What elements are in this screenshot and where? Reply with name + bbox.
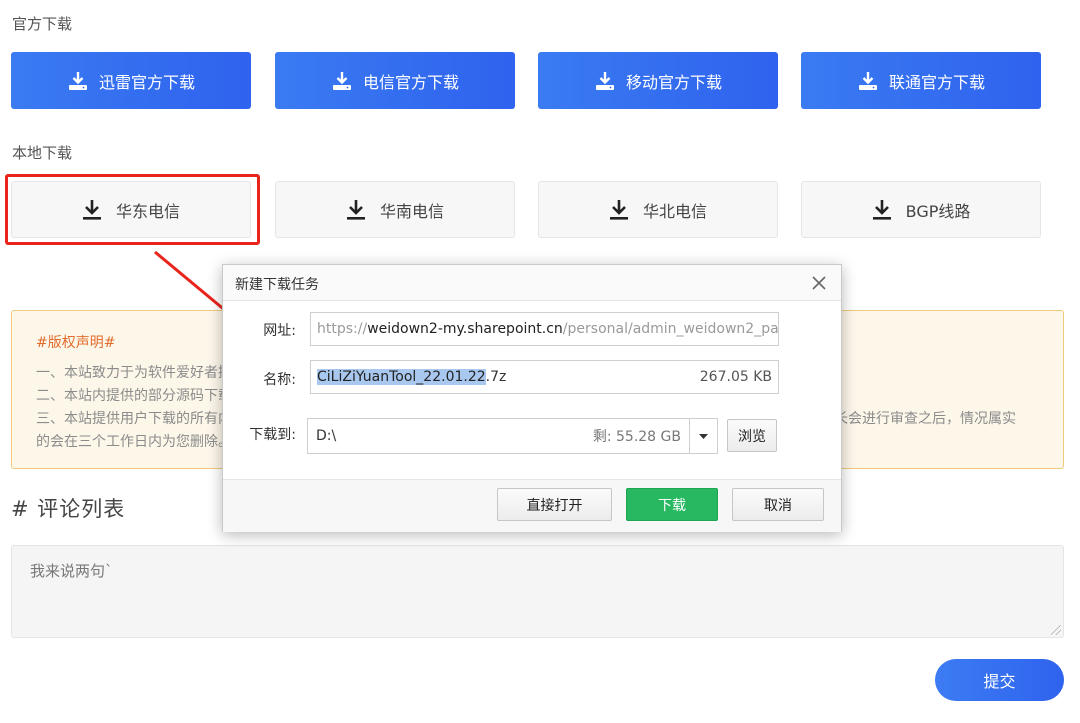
download-tray-icon xyxy=(68,71,87,90)
notice-line: 二、本站内提供的部分源码下载 xyxy=(36,388,232,404)
save-directory-value: D:\ xyxy=(316,428,337,444)
download-button[interactable]: 下载 xyxy=(626,488,718,521)
open-directly-button[interactable]: 直接打开 xyxy=(497,488,612,521)
download-icon xyxy=(609,199,628,220)
url-field[interactable]: https://weidown2-my.sharepoint.cn/person… xyxy=(310,312,779,346)
comments-heading: # 评论列表 xyxy=(11,497,126,521)
button-label: 华北电信 xyxy=(642,201,707,221)
button-label: 华南电信 xyxy=(379,201,444,221)
button-label: BGP线路 xyxy=(905,201,971,221)
download-tray-icon xyxy=(858,71,877,90)
close-icon[interactable] xyxy=(809,273,829,293)
url-prefix: https:// xyxy=(317,321,368,337)
local-download-heading: 本地下载 xyxy=(12,144,73,162)
submit-comment-button[interactable]: 提交 xyxy=(935,659,1064,701)
filename-field[interactable]: CiLiZiYuanTool_22.01.22.7z 267.05 KB xyxy=(310,360,779,394)
download-icon xyxy=(872,199,891,220)
dialog-title: 新建下载任务 xyxy=(235,276,319,292)
notice-title: #版权声明# xyxy=(36,335,116,351)
dialog-header: 新建下载任务 xyxy=(223,265,841,301)
download-tray-icon xyxy=(332,71,351,90)
file-size: 267.05 KB xyxy=(699,369,772,385)
comment-textarea[interactable]: 我来说两句` xyxy=(11,545,1064,638)
north-china-telecom-button[interactable]: 华北电信 xyxy=(538,181,778,238)
bgp-line-button[interactable]: BGP线路 xyxy=(801,181,1041,238)
telecom-download-button[interactable]: 电信官方下载 xyxy=(275,52,515,109)
notice-line-right-fragment: 站长会进行审查之后，情况属实 xyxy=(820,411,1016,427)
south-china-telecom-button[interactable]: 华南电信 xyxy=(275,181,515,238)
official-download-heading: 官方下载 xyxy=(12,15,73,33)
mobile-download-button[interactable]: 移动官方下载 xyxy=(538,52,778,109)
button-label: 迅雷官方下载 xyxy=(98,72,195,92)
url-label: 网址: xyxy=(263,323,296,339)
resize-handle-icon[interactable] xyxy=(1051,625,1061,635)
filename-selected-text: CiLiZiYuanTool_22.01.22 xyxy=(317,369,486,385)
comment-placeholder: 我来说两句` xyxy=(30,562,113,580)
name-label: 名称: xyxy=(263,372,296,388)
url-path: /personal/admin_weidown2_part xyxy=(562,321,779,337)
chevron-down-icon xyxy=(699,434,708,439)
notice-line: 的会在三个工作日内为您删除。 xyxy=(36,434,232,450)
unicom-download-button[interactable]: 联通官方下载 xyxy=(801,52,1041,109)
button-label: 电信官方下载 xyxy=(362,72,459,92)
button-label: 移动官方下载 xyxy=(625,72,722,92)
download-icon xyxy=(82,199,101,220)
save-to-label: 下载到: xyxy=(249,427,296,443)
directory-dropdown-button[interactable] xyxy=(689,418,718,454)
save-directory-field[interactable]: D:\ 剩: 55.28 GB xyxy=(307,418,690,454)
cancel-button[interactable]: 取消 xyxy=(732,488,824,521)
url-host: weidown2-my.sharepoint.cn xyxy=(367,321,563,337)
download-tray-icon xyxy=(595,71,614,90)
browse-button[interactable]: 浏览 xyxy=(727,419,777,452)
notice-line: 一、本站致力于为软件爱好者提 xyxy=(36,365,232,381)
free-space: 剩: 55.28 GB xyxy=(592,429,681,445)
filename-extension: .7z xyxy=(485,369,507,385)
button-label: 华东电信 xyxy=(115,201,180,221)
east-china-telecom-button[interactable]: 华东电信 xyxy=(11,181,251,238)
download-icon xyxy=(346,199,365,220)
xunlei-download-button[interactable]: 迅雷官方下载 xyxy=(11,52,251,109)
button-label: 联通官方下载 xyxy=(888,72,985,92)
notice-line: 三、本站提供用户下载的所有内 xyxy=(36,411,232,427)
